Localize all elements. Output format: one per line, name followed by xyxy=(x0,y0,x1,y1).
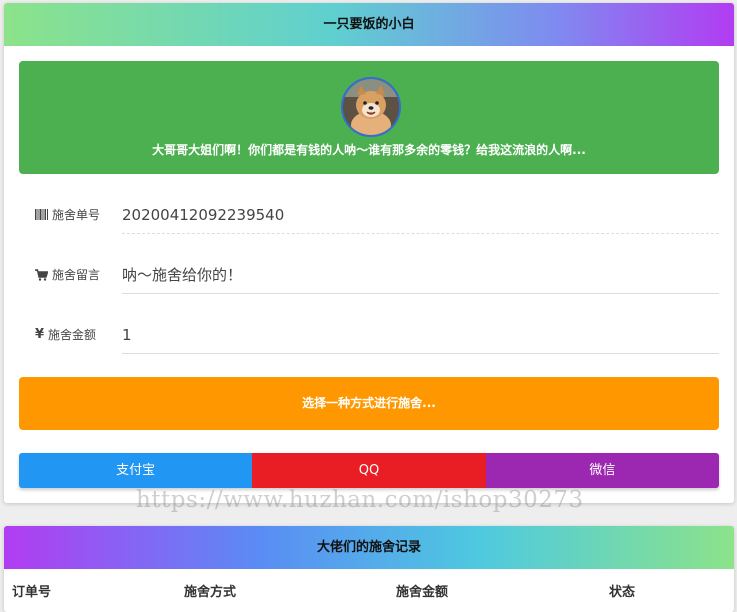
payment-methods: 支付宝 QQ 微信 xyxy=(19,453,719,488)
alipay-button[interactable]: 支付宝 xyxy=(19,453,253,488)
amount-label: 施舍金额 xyxy=(48,328,97,342)
barcode-icon xyxy=(35,209,48,220)
order-number-field[interactable]: 20200412092239540 xyxy=(122,196,719,234)
banner-motto: 大哥哥大姐们啊！你们都是有钱的人呐～谁有那多余的零钱？给我这流浪的人啊... xyxy=(152,143,586,157)
dog-avatar-icon xyxy=(343,79,399,135)
order-number-row: 施舍单号 20200412092239540 xyxy=(19,196,719,236)
order-number-label: 施舍单号 xyxy=(52,208,101,222)
amount-input[interactable]: 1 xyxy=(122,316,719,354)
message-input[interactable]: 呐～施舍给你的！ xyxy=(122,256,719,294)
watermark: https://www.huzhan.com/ishop30273 xyxy=(136,487,584,513)
message-row: 施舍留言 呐～施舍给你的！ xyxy=(19,256,719,296)
yen-icon: ¥ xyxy=(35,327,45,342)
column-method: 施舍方式 xyxy=(184,585,237,600)
donation-card: 一只要饭的小白 大哥哥大姐们啊！你们都是有钱的人呐～谁有那多余的零钱？给我这流浪… xyxy=(4,3,734,503)
column-amount: 施舍金额 xyxy=(396,585,449,600)
cart-icon xyxy=(35,268,48,281)
message-label: 施舍留言 xyxy=(52,268,101,282)
column-status: 状态 xyxy=(609,585,636,600)
records-card: 大佬们的施舍记录 订单号 施舍方式 施舍金额 状态 xyxy=(4,526,734,612)
amount-row: ¥ 施舍金额 1 xyxy=(19,316,719,356)
records-table-header: 订单号 施舍方式 施舍金额 状态 xyxy=(4,569,734,609)
choose-method-button[interactable]: 选择一种方式进行施舍... xyxy=(19,377,719,430)
column-order-number: 订单号 xyxy=(12,585,52,600)
qq-pay-button[interactable]: QQ xyxy=(252,453,486,488)
avatar xyxy=(341,77,401,137)
page-title: 一只要饭的小白 xyxy=(4,3,734,46)
banner: 大哥哥大姐们啊！你们都是有钱的人呐～谁有那多余的零钱？给我这流浪的人啊... xyxy=(19,61,719,174)
records-title: 大佬们的施舍记录 xyxy=(4,526,734,569)
wechat-pay-button[interactable]: 微信 xyxy=(485,453,719,488)
